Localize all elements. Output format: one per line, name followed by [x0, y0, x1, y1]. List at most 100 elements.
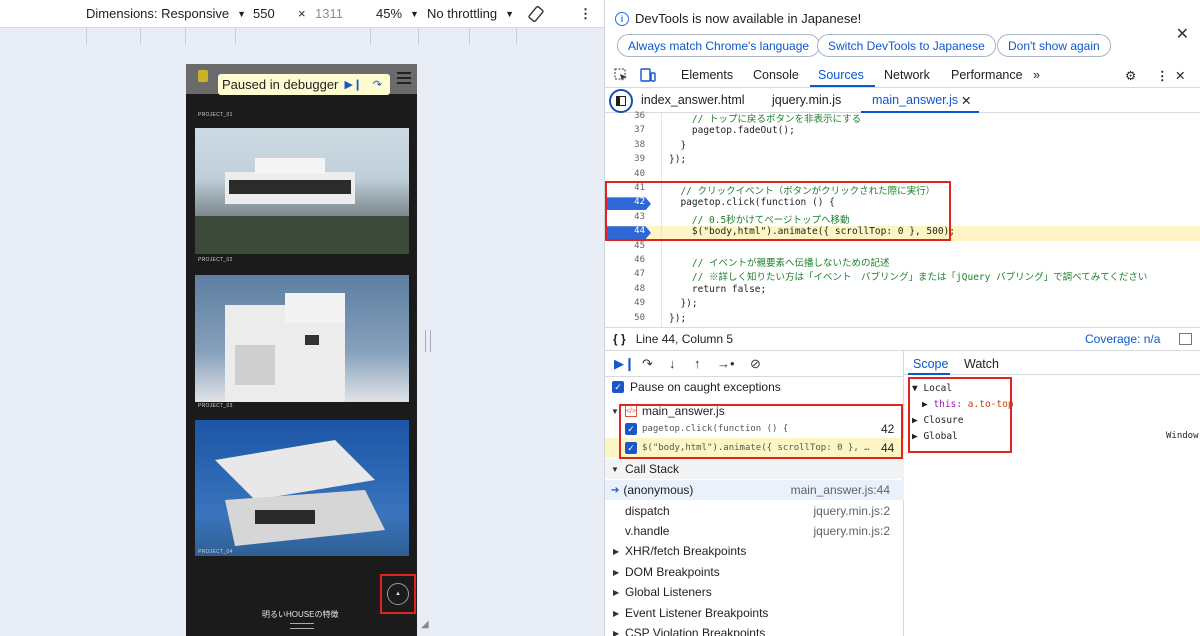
- code-line[interactable]: 38 }: [605, 140, 1200, 154]
- line-number[interactable]: 47: [605, 269, 645, 279]
- section-xhr[interactable]: ▶ XHR/fetch Breakpoints: [605, 541, 904, 561]
- call-frame-row[interactable]: dispatch jquery.min.js:2: [605, 501, 904, 521]
- tab-network[interactable]: Network: [884, 68, 930, 82]
- close-devtools-icon[interactable]: ✕: [1175, 68, 1185, 83]
- height-input[interactable]: 1311: [315, 6, 343, 21]
- times-symbol: ×: [298, 6, 306, 21]
- ruler-segment[interactable]: [370, 28, 371, 45]
- dimensions-select[interactable]: Dimensions: Responsive ▼: [86, 6, 246, 21]
- more-tabs-icon[interactable]: »: [1033, 68, 1040, 82]
- pretty-print-icon[interactable]: { }: [613, 332, 626, 346]
- file-tab-index[interactable]: index_answer.html: [641, 93, 745, 107]
- site-header: Paused in debugger ▶❙ ↷: [186, 64, 417, 95]
- line-number[interactable]: 46: [605, 255, 645, 265]
- checkbox-checked-icon[interactable]: ✓: [612, 381, 624, 393]
- breakpoints-highlight-box: [619, 404, 903, 459]
- project-photo[interactable]: [195, 275, 409, 402]
- section-event-listeners[interactable]: ▶ Event Listener Breakpoints: [605, 603, 904, 623]
- resume-icon[interactable]: ▶❙: [344, 77, 363, 93]
- tab-watch[interactable]: Watch: [964, 357, 999, 371]
- code-text: });: [669, 154, 687, 166]
- line-number[interactable]: 37: [605, 125, 645, 135]
- ruler-segment[interactable]: [469, 28, 470, 45]
- code-text: // イベントが親要素へ伝播しないための記述: [669, 258, 890, 269]
- zoom-select[interactable]: 45% ▼: [376, 6, 419, 21]
- ruler-segment[interactable]: [185, 28, 186, 45]
- call-stack-header[interactable]: ▼ Call Stack: [605, 459, 904, 479]
- step-over-icon[interactable]: ↷: [368, 77, 386, 93]
- step-icon[interactable]: →•: [717, 356, 735, 371]
- dont-show-again-button[interactable]: Don't show again: [997, 34, 1111, 57]
- line-number[interactable]: 40: [605, 169, 645, 179]
- resize-corner-icon[interactable]: ◢: [421, 619, 433, 631]
- step-over-icon[interactable]: ↷: [642, 356, 653, 372]
- section-dom[interactable]: ▶ DOM Breakpoints: [605, 562, 904, 582]
- code-editor[interactable]: 36 // トップに戻るボタンを非表示にする 37 pagetop.fadeOut…: [605, 111, 1200, 327]
- project-photo[interactable]: [195, 128, 409, 254]
- tab-scope[interactable]: Scope: [913, 357, 948, 371]
- code-line[interactable]: 37 pagetop.fadeOut();: [605, 125, 1200, 139]
- line-number[interactable]: 48: [605, 284, 645, 294]
- resize-handle-horizontal[interactable]: [290, 623, 314, 629]
- section-global-listeners[interactable]: ▶ Global Listeners: [605, 582, 904, 602]
- tab-console[interactable]: Console: [753, 68, 799, 82]
- code-line[interactable]: 36 // トップに戻るボタンを非表示にする: [605, 111, 1200, 125]
- section-csp[interactable]: ▶ CSP Violation Breakpoints: [605, 623, 904, 636]
- drawer-toggle-icon[interactable]: [1179, 333, 1192, 345]
- code-line[interactable]: 48 return false;: [605, 284, 1200, 298]
- to-top-button[interactable]: ▲: [387, 583, 409, 605]
- project-photo[interactable]: [195, 420, 409, 556]
- throttling-select[interactable]: No throttling ▼: [427, 6, 514, 21]
- ruler-segment[interactable]: [418, 28, 419, 45]
- close-tab-icon[interactable]: ✕: [961, 93, 971, 108]
- file-tab-main[interactable]: main_answer.js: [872, 93, 958, 107]
- device-toggle-icon[interactable]: [640, 68, 656, 85]
- step-into-icon[interactable]: ↓: [669, 356, 676, 371]
- media-query-ruler: [0, 27, 604, 45]
- navigator-toggle-icon[interactable]: [609, 89, 633, 113]
- call-frame-row[interactable]: v.handle jquery.min.js:2: [605, 521, 904, 541]
- ruler-segment[interactable]: [516, 28, 517, 45]
- deactivate-breakpoints-icon[interactable]: ⊘: [750, 356, 761, 372]
- more-options-icon[interactable]: ⋮: [1156, 68, 1169, 83]
- frame-location: jquery.min.js:2: [813, 524, 890, 538]
- devtools-panel: i DevTools is now available in Japanese!…: [604, 0, 1200, 636]
- more-options-icon[interactable]: ⋮: [579, 6, 592, 22]
- step-out-icon[interactable]: ↑: [694, 356, 701, 371]
- settings-gear-icon[interactable]: ⚙: [1125, 68, 1136, 83]
- switch-japanese-button[interactable]: Switch DevTools to Japanese: [817, 34, 996, 57]
- inspect-icon[interactable]: [614, 68, 628, 85]
- scope-highlight-box: [908, 377, 1012, 453]
- file-tab-jquery[interactable]: jquery.min.js: [772, 93, 841, 107]
- code-line[interactable]: 45: [605, 241, 1200, 255]
- line-number[interactable]: 39: [605, 154, 645, 164]
- ruler-segment[interactable]: [86, 28, 87, 45]
- code-line[interactable]: 39});: [605, 154, 1200, 168]
- ruler-segment[interactable]: [235, 28, 236, 45]
- hamburger-menu-icon[interactable]: [397, 72, 411, 84]
- code-line[interactable]: 50});: [605, 313, 1200, 327]
- resize-handle-vertical[interactable]: [425, 330, 431, 352]
- tab-elements[interactable]: Elements: [681, 68, 733, 82]
- match-language-button[interactable]: Always match Chrome's language: [617, 34, 821, 57]
- coverage-link[interactable]: Coverage: n/a: [1085, 332, 1160, 346]
- scope-panel: Scope Watch ▼ Local ▶ this: a.to-top ▶ C…: [904, 351, 1200, 636]
- tab-performance[interactable]: Performance: [951, 68, 1023, 82]
- code-line[interactable]: 49 });: [605, 298, 1200, 312]
- pause-on-caught-row[interactable]: ✓ Pause on caught exceptions: [605, 377, 904, 397]
- line-number[interactable]: 36: [605, 111, 645, 121]
- tab-sources[interactable]: Sources: [818, 68, 864, 82]
- line-number[interactable]: 49: [605, 298, 645, 308]
- line-number[interactable]: 50: [605, 313, 645, 323]
- line-number[interactable]: 38: [605, 140, 645, 150]
- width-input[interactable]: 550: [253, 6, 275, 21]
- code-text: // ※詳しく知りたい方は「イベント バブリング」または「jQuery バブリン…: [669, 272, 1148, 284]
- resume-icon[interactable]: ▶❙: [614, 356, 635, 372]
- ruler-segment[interactable]: [140, 28, 141, 45]
- code-line[interactable]: 46 // イベントが親要素へ伝播しないための記述: [605, 255, 1200, 269]
- rotate-icon[interactable]: [528, 6, 544, 22]
- call-frame-row-active[interactable]: ➔ (anonymous) main_answer.js:44: [605, 480, 904, 500]
- line-number[interactable]: 45: [605, 241, 645, 251]
- close-icon[interactable]: ✕: [1176, 24, 1189, 44]
- code-line[interactable]: 47 // ※詳しく知りたい方は「イベント バブリング」または「jQuery バ…: [605, 269, 1200, 283]
